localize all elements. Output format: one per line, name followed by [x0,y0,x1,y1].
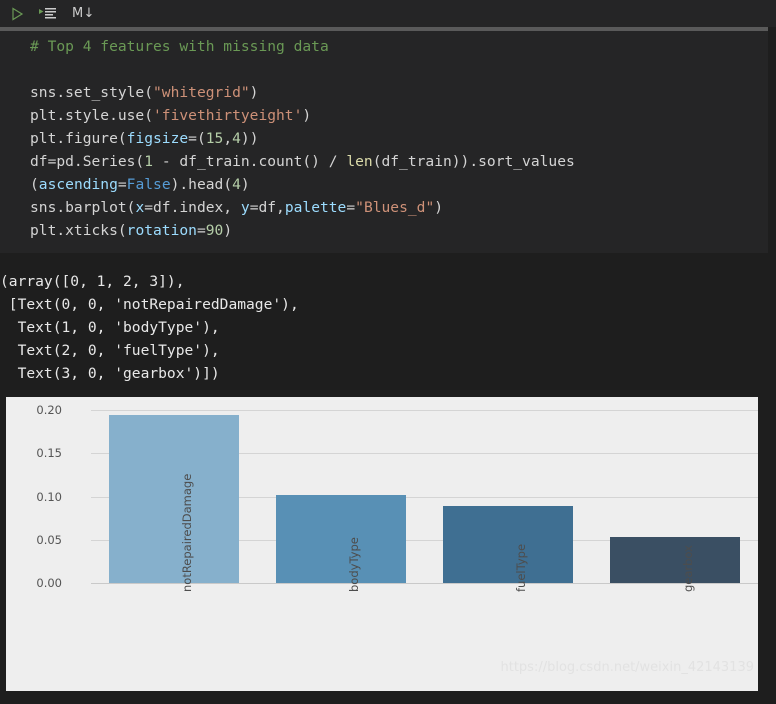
markdown-toggle-label[interactable]: M↓ [72,4,95,24]
code-token: rotation [126,222,197,239]
code-token: ) [302,107,312,124]
y-axis-tick-label: 0.20 [36,403,62,417]
run-all-cells-icon[interactable] [39,4,58,24]
watermark-text: https://blog.csdn.net/weixin_42143139 [500,660,754,675]
code-token: 15 [205,130,224,147]
code-source[interactable]: # Top 4 features with missing data sns.s… [30,35,575,242]
notebook-toolbar: M↓ [0,0,776,27]
code-token: "Blues_d" [355,199,435,216]
code-token: 90 [205,222,224,239]
x-axis-tick-label: fuelType [513,543,528,592]
code-token: =df.index, [144,199,241,216]
bar [276,494,407,583]
run-all-arrow-lines-icon [39,7,56,18]
code-token: palette [284,199,347,216]
y-axis-tick-label: 0.15 [36,446,62,461]
y-axis-tick-label: 0.00 [36,576,62,590]
code-token: x [135,199,145,216]
code-token: 4 [232,176,241,193]
code-token: (df_train)).sort_values [372,153,575,170]
code-token: )) [240,130,259,147]
code-token: y [240,199,250,216]
code-token: len [346,153,373,170]
code-token: ) [223,222,233,239]
code-token: plt.figure( [30,130,127,147]
code-token: 4 [232,130,241,147]
x-axis-tick-label: notRepairedDamage [180,473,195,592]
cell-text-output: (array([0, 1, 2, 3]), [Text(0, 0, 'notRe… [0,253,776,393]
code-token: "whitegrid" [153,84,250,101]
code-token: ).head( [170,176,233,193]
code-token: sns.set_style( [30,84,154,101]
bar [442,506,573,583]
bar [609,537,740,583]
code-token: ) [434,199,444,216]
code-token: =( [188,130,206,147]
code-token: plt.xticks( [30,222,127,239]
gridline [91,410,758,411]
code-token: = [346,199,356,216]
code-token: False [126,176,171,193]
code-comment: # Top 4 features with missing data [30,38,329,55]
code-token: ) [240,176,250,193]
code-token: ) [249,84,259,101]
code-token: ascending [38,176,118,193]
code-token: = [196,222,206,239]
play-triangle-icon [12,6,24,21]
notebook-screenshot: M↓ # Top 4 features with missing data sn… [0,0,776,704]
code-token: figsize [126,130,189,147]
x-axis-tick-label: gearbox [680,545,695,592]
code-token: ( [30,176,39,193]
run-cell-icon[interactable] [9,4,25,24]
y-axis-tick-label: 0.10 [36,489,62,504]
bar [109,415,240,583]
y-axis-tick-label: 0.05 [36,532,62,547]
code-token: plt.style.use( [30,107,154,124]
code-token: , [223,130,233,147]
chart-axes: 0.00 0.05 0.10 0.15 0.20 notRepairedDamage bod… [6,397,758,691]
code-token: sns.barplot( [30,199,136,216]
code-token: 'fivethirtyeight' [153,107,303,124]
matplotlib-figure: 0.00 0.05 0.10 0.15 0.20 notRepairedDamage bod… [6,397,758,691]
code-cell[interactable]: # Top 4 features with missing data sns.s… [0,31,768,253]
code-token: - df_train.count() / [153,153,347,170]
x-axis-tick-label: bodyType [347,537,362,592]
code-token: df=pd.Series( [30,153,145,170]
code-token: =df, [249,199,285,216]
code-token: 1 [144,153,154,170]
code-token: = [117,176,127,193]
